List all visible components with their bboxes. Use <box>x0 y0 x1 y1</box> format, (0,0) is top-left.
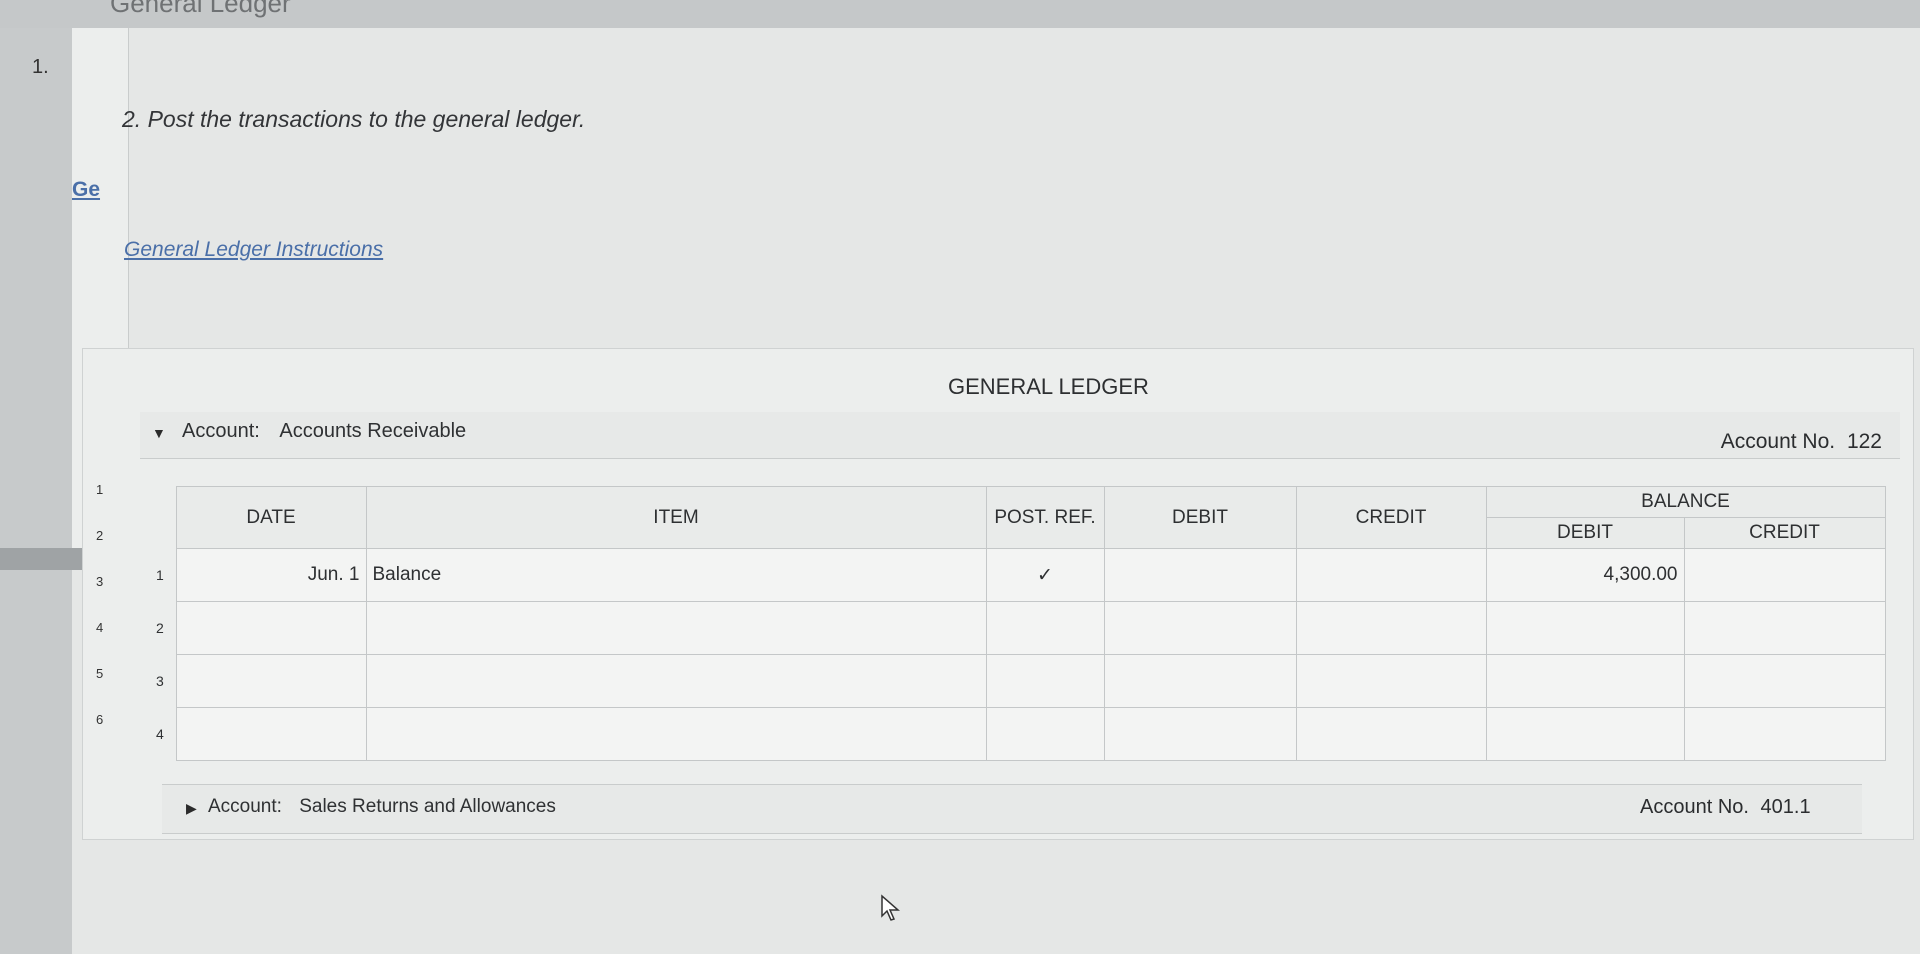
balance-debit-cell[interactable] <box>1485 654 1685 708</box>
item-cell[interactable] <box>365 601 987 655</box>
gutter-num: 3 <box>96 574 104 589</box>
account2-no-value: 401.1 <box>1760 796 1811 818</box>
mouse-cursor-icon <box>881 894 900 921</box>
post-ref-cell[interactable] <box>985 707 1105 761</box>
balance-debit-cell[interactable] <box>1485 601 1685 655</box>
balance-header: BALANCE <box>1485 486 1886 518</box>
account-number: Account No. 122 <box>1721 430 1882 454</box>
date-cell[interactable]: Jun. 1 <box>175 548 367 602</box>
account2-number: Account No. 401.1 <box>1640 796 1811 819</box>
table-row: 1 Jun. 1 Balance ✓ 4,300.00 <box>150 548 1886 602</box>
item-header: ITEM <box>365 486 987 549</box>
caret-right-icon[interactable]: ▶ <box>186 800 197 817</box>
debit-cell[interactable] <box>1103 548 1297 602</box>
date-cell[interactable] <box>175 654 367 708</box>
top-bar: General Ledger <box>0 0 1920 28</box>
debit-cell[interactable] <box>1103 707 1297 761</box>
balance-debit-cell[interactable]: 4,300.00 <box>1485 548 1685 602</box>
balance-credit-cell[interactable] <box>1683 707 1886 761</box>
credit-cell[interactable] <box>1295 548 1487 602</box>
account2-name-value: Sales Returns and Allowances <box>299 796 556 817</box>
date-cell[interactable] <box>175 601 367 655</box>
account2-no-label: Account No. <box>1640 796 1749 818</box>
balance-debit-cell[interactable] <box>1485 707 1685 761</box>
account-name: Account: Accounts Receivable <box>182 420 466 443</box>
gutter-num: 5 <box>96 666 104 681</box>
date-cell[interactable] <box>175 707 367 761</box>
debit-header: DEBIT <box>1103 486 1297 549</box>
debit-cell[interactable] <box>1103 654 1297 708</box>
post-ref-cell[interactable]: ✓ <box>985 548 1105 602</box>
balance-debit-header: DEBIT <box>1485 517 1685 549</box>
account-no-value: 122 <box>1846 430 1882 453</box>
account-name-value: Accounts Receivable <box>279 420 467 442</box>
gutter-num: 6 <box>96 712 104 727</box>
account-label: Account: <box>182 420 260 442</box>
page-heading: General Ledger <box>110 0 291 18</box>
row-number: 1 <box>150 548 177 602</box>
post-ref-cell[interactable] <box>985 601 1105 655</box>
ledger-table: DATE ITEM POST. REF. DEBIT CREDIT BALANC… <box>150 486 1886 761</box>
caret-down-icon[interactable]: ▼ <box>152 425 166 441</box>
table-row: 3 <box>150 654 1886 708</box>
credit-header: CREDIT <box>1295 486 1487 549</box>
balance-credit-cell[interactable] <box>1683 548 1886 602</box>
account2-name: Account: Sales Returns and Allowances <box>208 796 556 818</box>
question-number: 1. <box>32 56 49 78</box>
balance-credit-header: CREDIT <box>1683 517 1886 549</box>
gutter-num: 1 <box>96 482 104 497</box>
row-number: 4 <box>150 707 177 761</box>
balance-credit-cell[interactable] <box>1683 601 1886 655</box>
row-number: 3 <box>150 654 177 708</box>
row-number: 2 <box>150 601 177 655</box>
rownum-header <box>150 486 177 549</box>
gutter-num: 4 <box>96 620 104 635</box>
credit-cell[interactable] <box>1295 601 1487 655</box>
date-header: DATE <box>175 486 367 549</box>
gutter-num: 2 <box>96 528 104 543</box>
ledger-title: GENERAL LEDGER <box>948 374 1149 399</box>
left-gutter <box>0 28 72 954</box>
credit-cell[interactable] <box>1295 707 1487 761</box>
item-cell[interactable]: Balance <box>365 548 987 602</box>
table-row: 4 <box>150 707 1886 761</box>
post-ref-cell[interactable] <box>985 654 1105 708</box>
item-cell[interactable] <box>365 654 987 708</box>
post-ref-header: POST. REF. <box>985 486 1105 549</box>
gutter-row-numbers: 1 2 3 4 5 6 <box>96 482 103 758</box>
instruction-text: 2. Post the transactions to the general … <box>122 106 586 132</box>
debit-cell[interactable] <box>1103 601 1297 655</box>
table-row: 2 <box>150 601 1886 655</box>
account2-label: Account: <box>208 796 282 817</box>
ge-link[interactable]: Ge <box>72 178 100 202</box>
general-ledger-instructions-link[interactable]: General Ledger Instructions <box>124 238 383 262</box>
item-cell[interactable] <box>365 707 987 761</box>
credit-cell[interactable] <box>1295 654 1487 708</box>
account-no-label: Account No. <box>1720 430 1836 453</box>
balance-credit-cell[interactable] <box>1683 654 1886 708</box>
